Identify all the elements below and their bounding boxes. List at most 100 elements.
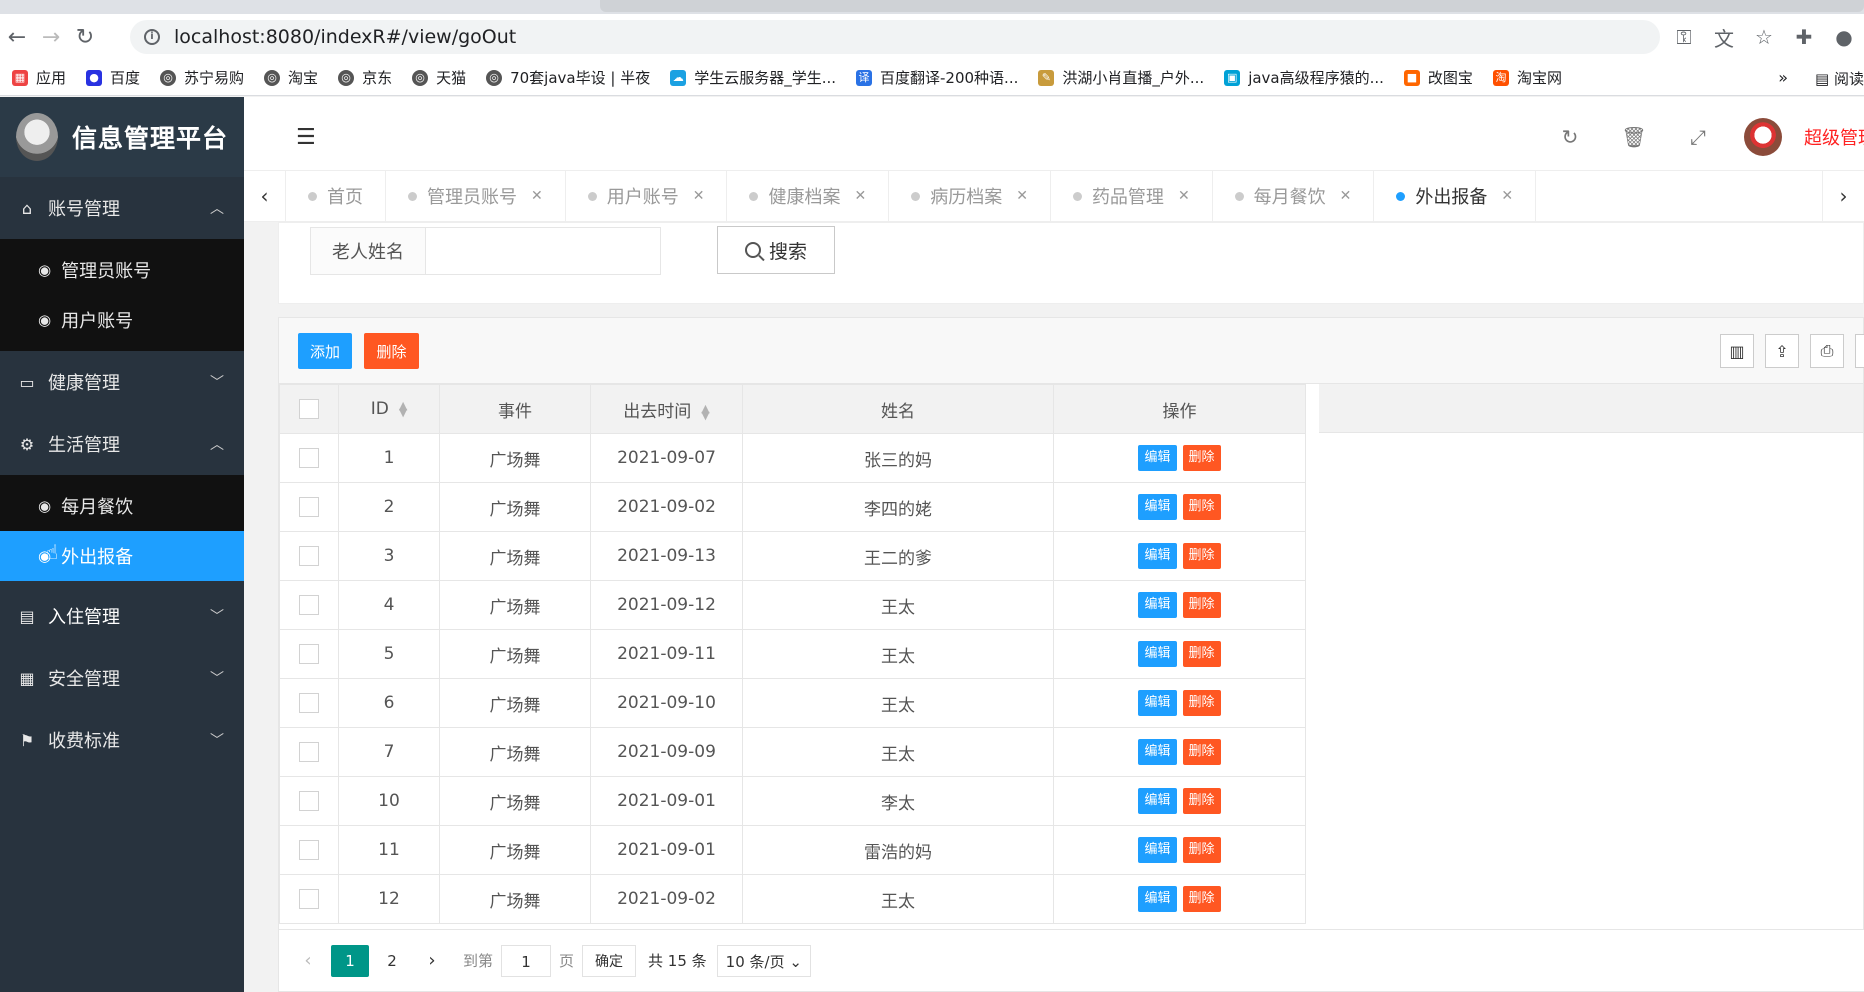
row-checkbox[interactable] [299, 448, 319, 468]
menu-group-checkin[interactable]: ▤ 入住管理 ﹀ [0, 585, 244, 647]
delete-button[interactable]: 删除 [1182, 445, 1221, 471]
profile-icon[interactable]: ● [1824, 25, 1864, 49]
back-icon[interactable]: ← [0, 25, 34, 50]
bookmark-suning[interactable]: ◎ 苏宁易购 [160, 67, 244, 88]
tab-health-records[interactable]: 健康档案 ✕ [727, 171, 890, 221]
close-icon[interactable]: ✕ [1178, 188, 1190, 204]
page-2[interactable]: 2 [375, 945, 409, 977]
tab-medicine[interactable]: 药品管理 ✕ [1051, 171, 1213, 221]
header-id[interactable]: ID ▲ ▼ [338, 384, 440, 434]
menu-group-safety[interactable]: ▦ 安全管理 ﹀ [0, 647, 244, 709]
edit-button[interactable]: 编辑 [1138, 837, 1177, 863]
close-icon[interactable]: ✕ [531, 188, 543, 204]
edit-button[interactable]: 编辑 [1138, 739, 1177, 765]
menu-toggle-icon[interactable]: ☰ [296, 125, 316, 150]
extensions-icon[interactable]: ✚ [1784, 25, 1824, 49]
edit-button[interactable]: 编辑 [1138, 690, 1177, 716]
close-icon[interactable]: ✕ [1340, 188, 1352, 204]
tab-outing-report[interactable]: 外出报备 ✕ [1374, 171, 1537, 221]
menu-item-admin-account[interactable]: ◉ 管理员账号 [0, 245, 244, 295]
close-icon[interactable]: ✕ [854, 188, 866, 204]
info-icon[interactable]: i [144, 29, 160, 45]
elder-name-input[interactable] [425, 227, 661, 275]
tab-medical-records[interactable]: 病历档案 ✕ [889, 171, 1051, 221]
tab-scroll-left-icon[interactable]: ‹ [244, 171, 286, 221]
row-checkbox[interactable] [299, 791, 319, 811]
select-all-checkbox[interactable] [299, 399, 319, 419]
delete-button[interactable]: 删除 [1182, 788, 1221, 814]
search-button[interactable]: 搜索 [717, 226, 835, 274]
edit-button[interactable]: 编辑 [1138, 886, 1177, 912]
reading-list[interactable]: ▤ 阅读 [1815, 68, 1864, 89]
row-checkbox[interactable] [299, 889, 319, 909]
sort-icon[interactable]: ▲ ▼ [399, 400, 407, 418]
bookmark-taobao[interactable]: ◎ 淘宝 [264, 67, 318, 88]
bookmark-jd[interactable]: ◎ 京东 [338, 67, 392, 88]
bookmark-apps[interactable]: ▦ 应用 [12, 67, 66, 88]
username[interactable]: 超级管理员 [1804, 124, 1864, 150]
bookmark-cloud-server[interactable]: ☁ 学生云服务器_学生... [670, 67, 836, 88]
batch-delete-button[interactable]: 删除 [364, 333, 419, 369]
add-button[interactable]: 添加 [298, 333, 352, 369]
export-icon[interactable]: ⇪ [1765, 334, 1799, 368]
edit-button[interactable]: 编辑 [1138, 543, 1177, 569]
menu-group-account[interactable]: ⌂ 账号管理 ︿ [0, 177, 244, 239]
edit-button[interactable]: 编辑 [1138, 592, 1177, 618]
tab-scroll-right-icon[interactable]: › [1822, 171, 1864, 221]
columns-icon[interactable]: ▥ [1720, 334, 1754, 368]
delete-button[interactable]: 删除 [1182, 543, 1221, 569]
edit-button[interactable]: 编辑 [1138, 788, 1177, 814]
tab-admin-account[interactable]: 管理员账号 ✕ [386, 171, 566, 221]
tab-home[interactable]: 首页 [286, 171, 386, 221]
delete-button[interactable]: 删除 [1182, 494, 1221, 520]
close-icon[interactable]: ✕ [1501, 188, 1513, 204]
address-bar[interactable]: i localhost:8080/indexR#/view/goOut [130, 20, 1660, 54]
menu-group-health[interactable]: ▭ 健康管理 ﹀ [0, 351, 244, 413]
row-checkbox[interactable] [299, 693, 319, 713]
bookmark-bilibili[interactable]: ▣ java高级程序猿的... [1224, 67, 1384, 88]
menu-item-monthly-meals[interactable]: ◉ 每月餐饮 [0, 481, 244, 531]
forward-icon[interactable]: → [34, 25, 68, 50]
translate-icon[interactable]: 文 [1704, 23, 1744, 52]
fullscreen-icon[interactable]: ⤢ [1666, 125, 1730, 149]
delete-button[interactable]: 删除 [1182, 641, 1221, 667]
delete-button[interactable]: 删除 [1182, 739, 1221, 765]
menu-group-fees[interactable]: ⚑ 收费标准 ﹀ [0, 709, 244, 771]
key-icon[interactable]: ⚿ [1664, 25, 1704, 49]
bookmark-baidu-translate[interactable]: 译百度翻译-200种语... [856, 67, 1018, 88]
trash-icon[interactable]: 🗑 [1602, 125, 1666, 149]
sort-icon[interactable]: ▲ ▼ [701, 403, 709, 421]
user-avatar[interactable] [1744, 118, 1782, 156]
row-checkbox[interactable] [299, 595, 319, 615]
bookmark-tmall[interactable]: ◎ 天猫 [412, 67, 466, 88]
bookmark-taobao-net[interactable]: 淘淘宝网 [1492, 67, 1562, 88]
prev-page-icon[interactable]: ‹ [291, 945, 325, 977]
bookmark-livestream[interactable]: ✎ 洪湖小肖直播_户外... [1038, 67, 1204, 88]
browser-tab[interactable] [600, 0, 1864, 12]
bookmark-baidu[interactable]: ● 百度 [86, 67, 140, 88]
delete-button[interactable]: 删除 [1182, 592, 1221, 618]
delete-button[interactable]: 删除 [1182, 837, 1221, 863]
page-1[interactable]: 1 [331, 944, 369, 977]
refresh-icon[interactable]: ↻ [1538, 125, 1602, 149]
header-time[interactable]: 出去时间 ▲ ▼ [590, 384, 743, 434]
row-checkbox[interactable] [299, 497, 319, 517]
star-icon[interactable]: ☆ [1744, 25, 1784, 49]
edit-button[interactable]: 编辑 [1138, 641, 1177, 667]
bookmark-java-projects[interactable]: ◎ 70套java毕设 | 半夜 [486, 67, 650, 88]
delete-button[interactable]: 删除 [1182, 886, 1221, 912]
bookmarks-more-icon[interactable]: » [1778, 68, 1788, 87]
reload-icon[interactable]: ↻ [68, 25, 102, 50]
tab-user-account[interactable]: 用户账号 ✕ [566, 171, 728, 221]
delete-button[interactable]: 删除 [1182, 690, 1221, 716]
row-checkbox[interactable] [299, 742, 319, 762]
goto-page-input[interactable]: 1 [501, 944, 552, 977]
print-icon[interactable]: ⎙ [1810, 334, 1844, 368]
row-checkbox[interactable] [299, 840, 319, 860]
next-page-icon[interactable]: › [415, 945, 449, 977]
info-icon[interactable]: ⓘ [1855, 334, 1864, 368]
row-checkbox[interactable] [299, 644, 319, 664]
tab-monthly-meals[interactable]: 每月餐饮 ✕ [1213, 171, 1375, 221]
row-checkbox[interactable] [299, 546, 319, 566]
edit-button[interactable]: 编辑 [1138, 494, 1177, 520]
